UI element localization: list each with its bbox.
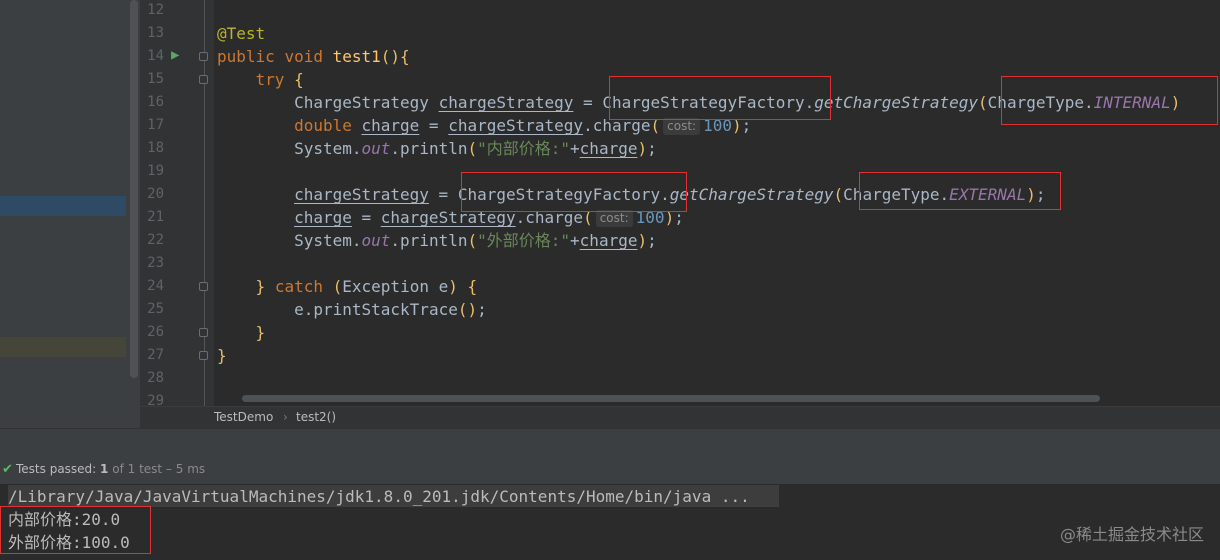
line-number: 21 [147,209,164,225]
param-hint: cost: [663,118,701,135]
highlight-box [609,76,831,120]
line-number: 24 [147,278,164,294]
editor-horizontal-scrollbar[interactable] [242,395,1100,402]
code-line: try { [255,70,304,89]
line-number: 28 [147,370,164,386]
breadcrumb-class[interactable]: TestDemo [214,410,273,424]
highlight-box [859,172,1061,210]
line-number: 12 [147,2,164,18]
fold-marker-icon[interactable] [199,328,208,337]
line-number: 22 [147,232,164,248]
code-line: @Test [217,24,266,43]
code-line: } [255,323,266,342]
breadcrumb-method[interactable]: test2() [296,410,336,424]
run-test-icon[interactable]: ▶ [171,47,179,63]
code-line: e.printStackTrace(); [294,300,487,319]
project-selected-row[interactable] [0,196,126,216]
highlight-box [0,506,151,554]
breadcrumb: TestDemo › test2() [140,406,1220,428]
code-line: System.out.println("外部价格:"+charge); [294,231,657,250]
fold-marker-icon[interactable] [199,351,208,360]
test-status-bar: ✔ Tests passed: 1 of 1 test – 5 ms [0,456,1220,484]
line-number: 17 [147,117,164,133]
project-scrollbar[interactable] [130,0,138,378]
line-number: 27 [147,347,164,363]
code-line: System.out.println("内部价格:"+charge); [294,139,657,158]
check-icon: ✔ [2,462,13,477]
highlight-box [461,172,687,212]
line-number: 20 [147,186,164,202]
line-number: 25 [147,301,164,317]
console-output[interactable]: /Library/Java/JavaVirtualMachines/jdk1.8… [0,484,1220,560]
console-command: /Library/Java/JavaVirtualMachines/jdk1.8… [8,487,750,506]
code-line: } catch (Exception e) { [255,277,478,296]
code-line: public void test1(){ [217,47,410,66]
project-panel [0,0,141,428]
project-highlight-row[interactable] [0,337,126,357]
fold-marker-icon[interactable] [199,52,208,61]
breadcrumb-separator: › [283,410,288,424]
line-number: 16 [147,94,164,110]
param-hint: cost: [595,210,633,227]
watermark: @稀土掘金技术社区 [1059,525,1204,544]
highlight-box [1001,76,1218,125]
fold-marker-icon[interactable] [199,282,208,291]
fold-marker-icon[interactable] [199,75,208,84]
code-line: } [217,346,227,365]
test-status-text: Tests passed: 1 of 1 test – 5 ms [16,462,206,476]
line-number: 26 [147,324,164,340]
line-number: 13 [147,25,164,41]
line-number: 18 [147,140,164,156]
line-number: 23 [147,255,164,271]
line-number: 15 [147,71,164,87]
line-number: 14 [147,48,164,64]
line-number: 19 [147,163,164,179]
run-tool-header [0,428,1220,456]
